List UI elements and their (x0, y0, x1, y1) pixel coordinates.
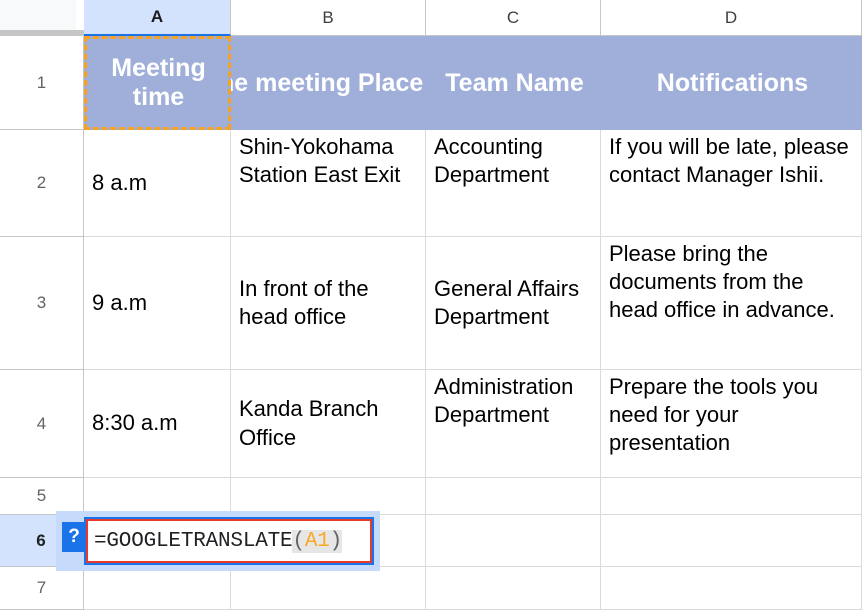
cell-b1[interactable]: The meeting Place (231, 36, 426, 130)
column-header-a[interactable]: A (84, 0, 231, 36)
select-all-corner[interactable] (0, 0, 76, 30)
cell-d1-text: Notifications (656, 69, 809, 97)
cell-c1-text: Team Name (445, 69, 584, 97)
column-header-c[interactable]: C (426, 0, 601, 36)
cell-c7[interactable] (426, 567, 601, 610)
cell-c1[interactable]: Team Name (426, 36, 601, 130)
row-header-5[interactable]: 5 (0, 478, 84, 515)
cell-c3[interactable]: General Affairs Department (426, 237, 601, 370)
cell-a5[interactable] (84, 478, 231, 515)
cell-d4[interactable]: Prepare the tools you need for your pres… (601, 370, 862, 478)
cell-c5[interactable] (426, 478, 601, 515)
row-header-3[interactable]: 3 (0, 237, 84, 370)
cell-a2[interactable]: 8 a.m (84, 130, 231, 237)
cell-b1-text: The meeting Place (231, 69, 424, 97)
cell-a7[interactable] (84, 567, 231, 610)
cell-c6[interactable] (426, 515, 601, 567)
formula-text: =GOOGLETRANSLATE(A1) (94, 529, 343, 553)
row-header-1[interactable]: 1 (0, 36, 84, 130)
row-header-7[interactable]: 7 (0, 567, 84, 610)
cell-a4[interactable]: 8:30 a.m (84, 370, 231, 478)
formula-editor-error-outline: =GOOGLETRANSLATE(A1) (86, 519, 372, 563)
formula-close-paren-token: ) (329, 529, 343, 553)
cell-a1-text: Meeting time (111, 53, 206, 112)
cell-a3[interactable]: 9 a.m (84, 237, 231, 370)
column-header-d[interactable]: D (601, 0, 862, 36)
row-header-4[interactable]: 4 (0, 370, 84, 478)
cell-a1[interactable]: Meeting time (84, 36, 231, 130)
spreadsheet-grid[interactable]: A B C D 1 2 3 4 5 6 7 Meeting time The m… (0, 0, 862, 610)
row-header-2[interactable]: 2 (0, 130, 84, 237)
formula-open-paren-token: ( (292, 529, 305, 553)
formula-cell-ref-token[interactable]: A1 (304, 529, 330, 553)
cell-c4[interactable]: Administration Department (426, 370, 601, 478)
formula-editor-a6[interactable]: =GOOGLETRANSLATE(A1) (84, 517, 374, 565)
cell-d6[interactable] (601, 515, 862, 567)
formula-help-icon[interactable]: ? (62, 522, 86, 552)
cell-b4[interactable]: Kanda Branch Office (231, 370, 426, 478)
cell-c2[interactable]: Accounting Department (426, 130, 601, 237)
cell-d7[interactable] (601, 567, 862, 610)
cell-b7[interactable] (231, 567, 426, 610)
column-header-row: A B C D (0, 0, 862, 36)
cell-d5[interactable] (601, 478, 862, 515)
cell-d3[interactable]: Please bring the documents from the head… (601, 237, 862, 370)
cell-d1[interactable]: Notifications (601, 36, 862, 130)
cell-d2[interactable]: If you will be late, please contact Mana… (601, 130, 862, 237)
cell-b2[interactable]: Shin-Yokohama Station East Exit (231, 130, 426, 237)
column-header-b[interactable]: B (231, 0, 426, 36)
cell-b3[interactable]: In front of the head office (231, 237, 426, 370)
formula-function-token: =GOOGLETRANSLATE (94, 529, 293, 553)
cell-b5[interactable] (231, 478, 426, 515)
